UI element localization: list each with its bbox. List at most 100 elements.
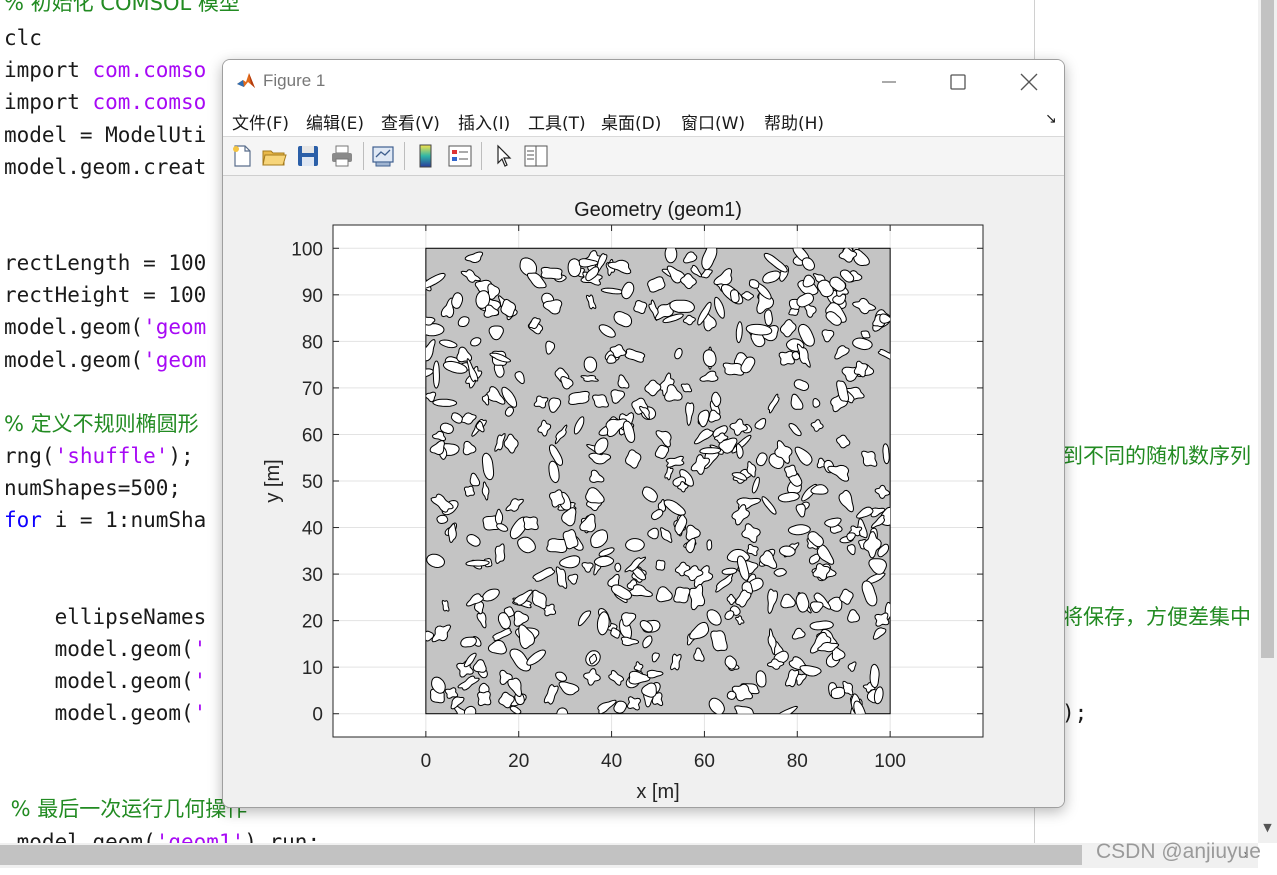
- horizontal-scrollbar[interactable]: ›: [0, 843, 1258, 868]
- x-tick-label: 40: [601, 751, 622, 772]
- code-line[interactable]: clc: [4, 22, 42, 54]
- close-button[interactable]: [994, 60, 1064, 103]
- code-line[interactable]: rectLength = 100: [4, 247, 206, 279]
- insert-legend-icon[interactable]: [447, 143, 473, 169]
- x-tick-label: 80: [787, 751, 808, 772]
- inclusion-shape: [436, 514, 449, 525]
- code-line-fragment[interactable]: 到不同的随机数序列: [1062, 440, 1251, 472]
- code-token: clc: [4, 26, 42, 50]
- code-token: ': [193, 701, 207, 725]
- code-line[interactable]: rng('shuffle');: [4, 440, 194, 472]
- maximize-button[interactable]: [923, 60, 993, 103]
- open-file-icon[interactable]: [261, 143, 287, 169]
- y-tick-label: 0: [312, 705, 323, 726]
- code-token: ': [193, 637, 207, 661]
- menu-file[interactable]: 文件(F): [232, 109, 289, 134]
- scroll-down-arrow-icon[interactable]: ▼: [1258, 818, 1277, 838]
- y-axis-label: y [m]: [262, 459, 284, 502]
- inclusion-shape: [784, 464, 798, 478]
- code-token: 'geom: [143, 315, 207, 339]
- y-tick-label: 80: [302, 332, 323, 353]
- property-inspector-icon[interactable]: [523, 143, 549, 169]
- geometry-plot[interactable]: 0 20 40 60 80 100 0 10 20 30 40 50 60 70 80 90 100 Geomet…: [223, 176, 1064, 807]
- toolbar-separator: [481, 142, 482, 170]
- code-line[interactable]: numShapes=500;: [4, 472, 181, 504]
- menu-desktop[interactable]: 桌面(D): [601, 109, 661, 134]
- code-token: model.geom(: [4, 830, 156, 843]
- menu-window[interactable]: 窗口(W): [681, 109, 745, 134]
- inclusion-shape: [655, 559, 666, 571]
- inclusion-shape: [457, 316, 470, 327]
- code-token: i = 1:numSha: [41, 508, 207, 532]
- link-plot-icon[interactable]: [370, 143, 396, 169]
- code-token: 'geom1': [155, 830, 245, 843]
- code-line[interactable]: for i = 1:numSha: [4, 504, 206, 536]
- code-line-fragment[interactable]: 将保存，方便差集中: [1062, 601, 1251, 633]
- code-line[interactable]: model.geom.creat: [4, 151, 206, 183]
- code-line-fragment[interactable]: );: [1062, 697, 1087, 729]
- code-token: % 初始化 COMSOL 模型: [4, 0, 240, 15]
- close-icon: [1020, 73, 1038, 90]
- code-line[interactable]: import com.comso: [4, 86, 206, 118]
- code-line[interactable]: model = ModelUti: [4, 119, 206, 151]
- inclusion-shape: [748, 279, 760, 289]
- plot-area[interactable]: 0 20 40 60 80 100 0 10 20 30 40 50 60 70 80 90 100 Geomet…: [223, 176, 1064, 807]
- code-line[interactable]: model.geom('geom1').run;: [4, 826, 320, 843]
- vertical-scroll-thumb[interactable]: [1261, 0, 1274, 658]
- inclusion-shape: [540, 266, 563, 280]
- inclusion-shape: [721, 567, 738, 575]
- inclusion-shape: [670, 653, 682, 671]
- menu-help[interactable]: 帮助(H): [764, 109, 824, 134]
- inclusion-shape: [669, 299, 695, 313]
- inclusion-shape: [549, 489, 565, 508]
- figure-window[interactable]: Figure 1 文件(F) 编辑(E) 查看(V) 插入(I) 工具(T) 桌…: [222, 59, 1065, 808]
- inclusion-shape: [465, 559, 490, 567]
- inclusion-shape: [633, 299, 648, 315]
- inclusion-shape: [460, 636, 477, 648]
- menu-tools[interactable]: 工具(T): [528, 109, 586, 134]
- new-figure-icon[interactable]: [229, 143, 255, 169]
- edit-plot-arrow-icon[interactable]: [491, 143, 517, 169]
- inclusion-shape: [625, 538, 645, 552]
- code-line[interactable]: model.geom(': [4, 665, 207, 697]
- code-token: com.comso: [92, 58, 207, 82]
- code-line[interactable]: model.geom(': [4, 633, 207, 665]
- code-token: model.geom(: [4, 315, 144, 339]
- code-line[interactable]: model.geom('geom: [4, 344, 206, 376]
- insert-colorbar-icon[interactable]: [413, 143, 439, 169]
- save-icon[interactable]: [295, 143, 321, 169]
- menu-view[interactable]: 查看(V): [381, 109, 440, 134]
- code-token: for: [4, 508, 42, 532]
- code-line[interactable]: % 初始化 COMSOL 模型: [4, 0, 240, 19]
- code-token: 'geom: [143, 348, 207, 372]
- inclusion-shape: [592, 394, 609, 408]
- code-token: model.geom(: [4, 348, 144, 372]
- code-token: 'shuffle': [54, 444, 169, 468]
- vertical-scrollbar[interactable]: ▼: [1258, 0, 1277, 843]
- code-line[interactable]: model.geom('geom: [4, 311, 206, 343]
- inclusion-shape: [494, 543, 506, 564]
- inclusion-shape: [809, 620, 834, 631]
- code-line[interactable]: % 定义不规则椭圆形: [4, 408, 199, 440]
- toolbar-separator: [363, 142, 364, 170]
- inclusion-shape: [726, 690, 737, 700]
- code-line[interactable]: ellipseNames: [4, 601, 207, 633]
- dock-figure-arrow-icon[interactable]: ↘: [1045, 111, 1057, 127]
- inclusion-shape: [788, 308, 800, 316]
- window-titlebar[interactable]: Figure 1: [223, 60, 1064, 103]
- menu-edit[interactable]: 编辑(E): [306, 109, 364, 134]
- print-icon[interactable]: [329, 143, 355, 169]
- code-line[interactable]: model.geom(': [4, 697, 207, 729]
- code-line[interactable]: import com.comso: [4, 54, 206, 86]
- watermark: CSDN @anjiuyue: [1096, 840, 1261, 863]
- menu-insert[interactable]: 插入(I): [458, 109, 510, 134]
- minimize-button[interactable]: [854, 60, 924, 103]
- code-line[interactable]: % 最后一次运行几何操作: [4, 793, 248, 825]
- y-tick-label: 30: [302, 565, 323, 586]
- inclusion-shape: [673, 586, 691, 604]
- horizontal-scroll-thumb[interactable]: [0, 845, 1082, 865]
- inclusion-shape: [869, 663, 880, 689]
- code-line[interactable]: rectHeight = 100: [4, 279, 206, 311]
- code-token: ellipseNames: [4, 605, 207, 629]
- y-tick-label: 40: [302, 519, 323, 540]
